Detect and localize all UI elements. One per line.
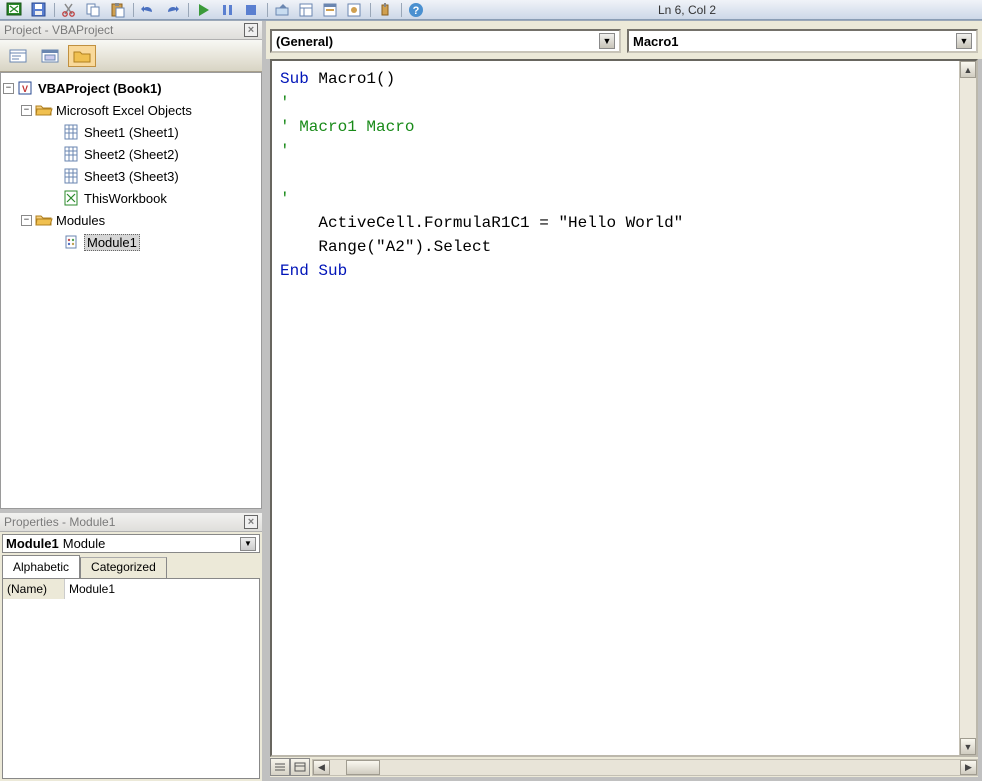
properties-titlebar: Properties - Module1 × <box>0 513 262 532</box>
procedure-dropdown[interactable]: Macro1 ▼ <box>627 29 978 53</box>
copy-icon[interactable] <box>85 2 103 18</box>
worksheet-icon <box>63 168 81 184</box>
design-mode-icon[interactable] <box>274 2 292 18</box>
paste-icon[interactable] <box>109 2 127 18</box>
procedure-view-button[interactable] <box>270 758 290 776</box>
project-explorer-icon[interactable] <box>298 2 316 18</box>
worksheet-icon <box>63 124 81 140</box>
toolbar-separator <box>401 3 402 17</box>
scrollbar-track[interactable] <box>380 760 960 775</box>
property-key: (Name) <box>3 579 65 599</box>
project-explorer-title: Project - VBAProject <box>4 23 113 37</box>
folder-open-icon <box>35 102 53 118</box>
tree-item-sheet[interactable]: Sheet3 (Sheet3) <box>3 165 259 187</box>
help-icon[interactable]: ? <box>408 2 426 18</box>
toolbar-separator <box>54 3 55 17</box>
svg-text:V: V <box>22 84 28 94</box>
property-row[interactable]: (Name) Module1 <box>3 579 259 599</box>
project-explorer-titlebar: Project - VBAProject × <box>0 21 262 40</box>
collapse-icon[interactable]: − <box>3 83 14 94</box>
properties-grid[interactable]: (Name) Module1 <box>2 578 260 779</box>
scroll-right-icon[interactable]: ▶ <box>960 760 977 775</box>
main-toolbar[interactable]: ? Ln 6, Col 2 <box>0 0 982 20</box>
close-icon[interactable]: × <box>244 23 258 37</box>
tree-folder-modules[interactable]: − Modules <box>3 209 259 231</box>
toggle-folders-button[interactable] <box>68 45 96 67</box>
dropdown-arrow-icon[interactable]: ▼ <box>956 33 972 49</box>
tree-folder-excel-objects[interactable]: − Microsoft Excel Objects <box>3 99 259 121</box>
properties-object-select[interactable]: Module1 Module ▼ <box>2 534 260 553</box>
tree-root[interactable]: − V VBAProject (Book1) <box>3 77 259 99</box>
project-tree[interactable]: − V VBAProject (Book1) − Microsoft Excel… <box>0 72 262 509</box>
properties-window-icon[interactable] <box>322 2 340 18</box>
toolbar-separator <box>267 3 268 17</box>
cut-icon[interactable] <box>61 2 79 18</box>
tree-item-sheet[interactable]: Sheet2 (Sheet2) <box>3 143 259 165</box>
toolbox-icon[interactable] <box>377 2 395 18</box>
full-module-view-button[interactable] <box>290 758 310 776</box>
scroll-down-icon[interactable]: ▼ <box>960 738 976 755</box>
excel-icon[interactable] <box>6 2 24 18</box>
tree-item-module[interactable]: Module1 <box>3 231 259 253</box>
project-toolbar <box>0 40 262 72</box>
horizontal-scrollbar[interactable]: ◀ ▶ <box>312 759 978 776</box>
stop-icon[interactable] <box>243 2 261 18</box>
toolbar-separator <box>188 3 189 17</box>
scrollbar-thumb[interactable] <box>346 760 380 775</box>
folder-open-icon <box>35 212 53 228</box>
undo-icon[interactable] <box>140 2 158 18</box>
procedure-dropdown-value: Macro1 <box>633 34 679 49</box>
code-editor[interactable]: Sub Macro1() ' ' Macro1 Macro ' ' Active… <box>272 61 959 755</box>
scrollbar-track[interactable] <box>960 78 976 738</box>
tree-item-thisworkbook[interactable]: ThisWorkbook <box>3 187 259 209</box>
tab-alphabetic[interactable]: Alphabetic <box>2 555 80 578</box>
redo-icon[interactable] <box>164 2 182 18</box>
vertical-scrollbar[interactable]: ▲ ▼ <box>959 61 976 755</box>
object-browser-icon[interactable] <box>346 2 364 18</box>
svg-text:?: ? <box>413 5 420 17</box>
close-icon[interactable]: × <box>244 515 258 529</box>
object-dropdown-value: (General) <box>276 34 333 49</box>
module-icon <box>63 234 81 250</box>
collapse-icon[interactable]: − <box>21 215 32 226</box>
properties-title: Properties - Module1 <box>4 515 115 529</box>
tab-categorized[interactable]: Categorized <box>80 557 167 578</box>
object-dropdown[interactable]: (General) ▼ <box>270 29 621 53</box>
save-icon[interactable] <box>30 2 48 18</box>
properties-object-name: Module1 <box>6 536 59 551</box>
view-code-button[interactable] <box>4 45 32 67</box>
dropdown-arrow-icon[interactable]: ▼ <box>599 33 615 49</box>
toolbar-separator <box>133 3 134 17</box>
property-value[interactable]: Module1 <box>65 579 259 599</box>
view-object-button[interactable] <box>36 45 64 67</box>
dropdown-arrow-icon[interactable]: ▼ <box>240 537 256 551</box>
collapse-icon[interactable]: − <box>21 105 32 116</box>
properties-tabs: Alphabetic Categorized <box>2 555 260 578</box>
properties-object-type: Module <box>63 536 106 551</box>
toolbar-separator <box>370 3 371 17</box>
tree-item-sheet[interactable]: Sheet1 (Sheet1) <box>3 121 259 143</box>
scroll-up-icon[interactable]: ▲ <box>960 61 976 78</box>
run-icon[interactable] <box>195 2 213 18</box>
pause-icon[interactable] <box>219 2 237 18</box>
workbook-icon <box>63 190 81 206</box>
worksheet-icon <box>63 146 81 162</box>
vbaproject-icon: V <box>17 80 35 96</box>
cursor-position: Ln 6, Col 2 <box>658 3 716 17</box>
scroll-left-icon[interactable]: ◀ <box>313 760 330 775</box>
